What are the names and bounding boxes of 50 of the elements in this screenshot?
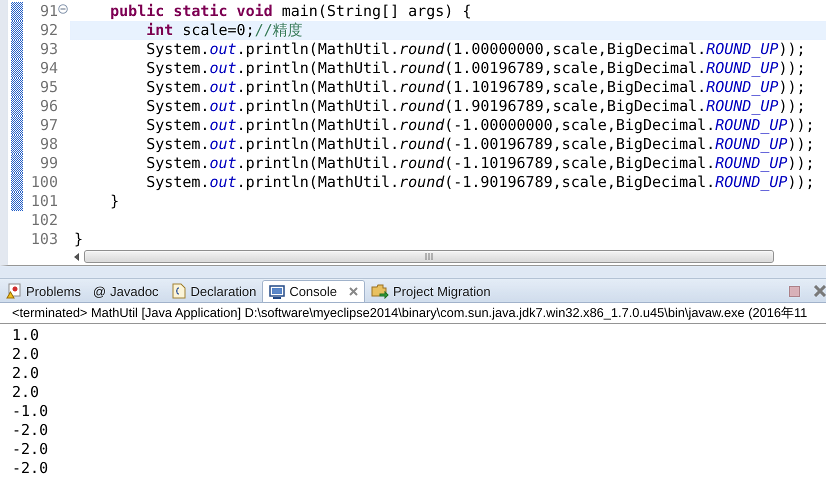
line-number: 93 (38, 40, 58, 59)
code-line: } (73, 230, 84, 249)
code-line: } (109, 192, 120, 211)
console-status: <terminated> MathUtil [Java Application] D:\software\myeclipse2014\binary\com.sun.java.jdk7.win32.x86_1.7.0.u45\bin\javaw.exe (2016年11 (0, 302, 826, 324)
arrow-left-icon (74, 252, 78, 260)
folder-icon (371, 283, 390, 299)
line-number: 91 (38, 2, 58, 21)
view-tab[interactable]: @ Javadoc (86, 280, 165, 302)
code-line: System.out.println(MathUtil.round(1.00196789,scale,BigDecimal.ROUND_UP)); (145, 59, 807, 78)
console-output-line: -2.0 (11, 421, 50, 440)
view-tab[interactable]: Declaration (164, 280, 262, 302)
code-line: System.out.println(MathUtil.round(-1.00000000,scale,BigDecimal.ROUND_UP)); (145, 116, 816, 135)
console-output-line: 2.0 (11, 364, 40, 383)
view-tab[interactable]: Console (262, 280, 366, 302)
code-line: System.out.println(MathUtil.round(-1.90196789,scale,BigDecimal.ROUND_UP)); (145, 173, 816, 192)
close-icon[interactable] (814, 285, 826, 297)
line-number: 92 (38, 21, 58, 40)
problems-icon (6, 283, 22, 299)
console-output-line: -1.0 (11, 402, 50, 421)
line-number: 103 (30, 230, 58, 249)
line-number: 100 (30, 173, 58, 192)
console-output-line: 2.0 (11, 345, 40, 364)
code-line: System.out.println(MathUtil.round(1.00000000,scale,BigDecimal.ROUND_UP)); (145, 40, 807, 59)
line-number: 101 (30, 192, 58, 211)
line-number: 102 (30, 211, 58, 230)
code-line: System.out.println(MathUtil.round(1.10196789,scale,BigDecimal.ROUND_UP)); (145, 78, 807, 97)
monitor-icon (269, 284, 286, 300)
code-line: public static void main(String[] args) { (109, 2, 472, 21)
grip-icon (424, 253, 434, 260)
line-number: 96 (38, 97, 58, 116)
line-number: 94 (38, 59, 58, 78)
close-icon[interactable] (349, 287, 358, 296)
console-output-line: -2.0 (11, 459, 50, 478)
line-number: 99 (38, 154, 58, 173)
code-line: System.out.println(MathUtil.round(-1.00196789,scale,BigDecimal.ROUND_UP)); (145, 135, 816, 154)
line-number: 95 (38, 78, 58, 97)
console-output-line: -2.0 (11, 440, 50, 459)
console-output-line: 2.0 (11, 383, 40, 402)
line-number: 98 (38, 135, 58, 154)
code-line: System.out.println(MathUtil.round(-1.10196789,scale,BigDecimal.ROUND_UP)); (145, 154, 816, 173)
declaration-icon (170, 283, 187, 299)
console-output-line: 1.0 (11, 326, 40, 345)
collapse-icon[interactable] (58, 4, 68, 14)
scrollbar-thumb[interactable] (84, 250, 774, 263)
view-tab[interactable]: Problems (0, 280, 87, 302)
stop-icon[interactable] (789, 286, 800, 296)
at-sign-icon: @ (92, 284, 106, 298)
view-tab[interactable]: Project Migration (365, 280, 497, 302)
line-number: 97 (38, 116, 58, 135)
code-line: System.out.println(MathUtil.round(1.90196789,scale,BigDecimal.ROUND_UP)); (145, 97, 807, 116)
